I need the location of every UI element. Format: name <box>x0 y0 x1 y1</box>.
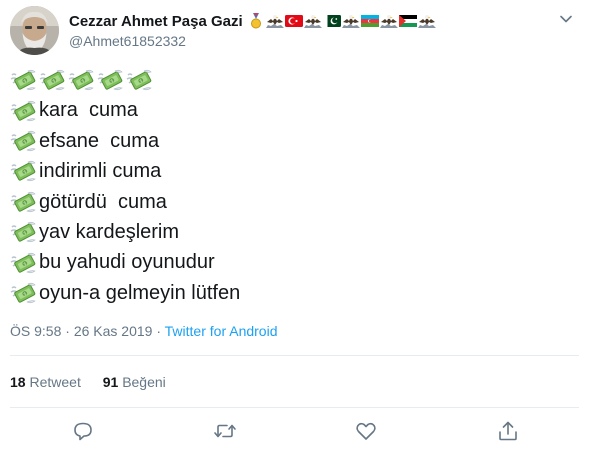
eagle-icon <box>418 13 436 29</box>
retweets-count: 18 <box>10 374 26 390</box>
meta-separator: · <box>156 323 162 339</box>
eagle-icon <box>266 13 284 29</box>
tweet-time[interactable]: ÖS 9:58 <box>10 323 61 339</box>
tweet-line-text: bu yahudi oyunudur <box>39 251 215 274</box>
money-with-wings-icon <box>39 68 65 92</box>
tweet-stats: 18 Retweet 91 Beğeni <box>10 374 184 390</box>
tweet-line-text: indirimli cuma <box>39 160 162 183</box>
money-with-wings-icon <box>10 281 36 305</box>
tweet-line-text: kara cuma <box>39 99 138 122</box>
emoji-row <box>10 65 240 95</box>
pakistan-flag-icon <box>322 15 341 27</box>
eagle-icon <box>304 13 322 29</box>
tweet-date[interactable]: 26 Kas 2019 <box>74 323 153 339</box>
name-emojis <box>247 13 436 29</box>
money-with-wings-icon <box>10 129 36 153</box>
medal-icon <box>250 13 261 29</box>
eagle-icon <box>342 13 360 29</box>
money-with-wings-icon <box>10 68 36 92</box>
retweet-icon[interactable] <box>213 419 237 443</box>
tweet-line-text: yav kardeşlerim <box>39 220 180 243</box>
chevron-down-icon[interactable] <box>558 11 574 27</box>
money-with-wings-icon <box>68 68 94 92</box>
money-with-wings-icon <box>10 159 36 183</box>
tweet-source-link[interactable]: Twitter for Android <box>165 323 278 339</box>
eagle-icon <box>380 13 398 29</box>
retweets-stat[interactable]: 18 Retweet <box>10 374 81 390</box>
share-icon[interactable] <box>496 419 520 443</box>
tweet-line: kara cuma <box>10 95 240 125</box>
meta-separator: · <box>65 323 70 339</box>
retweets-label: Retweet <box>29 374 81 390</box>
palestine-flag-icon <box>398 15 417 27</box>
author-block: Cezzar Ahmet Paşa Gazi @Ahmet61852332 <box>69 11 549 49</box>
money-with-wings-icon <box>97 68 123 92</box>
tweet-line-text: efsane cuma <box>39 129 160 152</box>
tweet-line-text: götürdü cuma <box>39 190 167 213</box>
money-with-wings-icon <box>10 190 36 214</box>
azerbaijan-flag-icon <box>360 15 379 27</box>
user-handle[interactable]: @Ahmet61852332 <box>69 33 549 49</box>
divider <box>10 407 579 408</box>
tweet-meta: ÖS 9:58 · 26 Kas 2019 · Twitter for Andr… <box>10 323 277 339</box>
tweet-line: bu yahudi oyunudur <box>10 247 240 277</box>
money-with-wings-icon <box>10 99 36 123</box>
tweet-line: yav kardeşlerim <box>10 217 240 247</box>
tweet-line: indirimli cuma <box>10 156 240 186</box>
avatar[interactable] <box>10 6 59 55</box>
tweet-actions <box>0 419 589 445</box>
tweet-line: götürdü cuma <box>10 187 240 217</box>
money-with-wings-icon <box>126 68 152 92</box>
likes-stat[interactable]: 91 Beğeni <box>103 374 166 390</box>
turkey-flag-icon <box>284 15 303 27</box>
likes-count: 91 <box>102 374 119 390</box>
money-with-wings-icon <box>10 220 36 244</box>
divider <box>10 355 579 356</box>
tweet-text: kara cuma efsane cuma indirimli cuma göt… <box>10 65 240 308</box>
tweet-card: Cezzar Ahmet Paşa Gazi @Ahmet61852332 ka… <box>0 0 589 453</box>
like-icon[interactable] <box>354 419 378 443</box>
tweet-line: efsane cuma <box>10 126 240 156</box>
display-name[interactable]: Cezzar Ahmet Paşa Gazi <box>69 13 243 30</box>
tweet-line: oyun-a gelmeyin lütfen <box>10 278 240 308</box>
tweet-line-text: oyun-a gelmeyin lütfen <box>39 281 241 304</box>
likes-label: Beğeni <box>122 374 166 390</box>
reply-icon[interactable] <box>71 419 95 443</box>
money-with-wings-icon <box>10 251 36 275</box>
